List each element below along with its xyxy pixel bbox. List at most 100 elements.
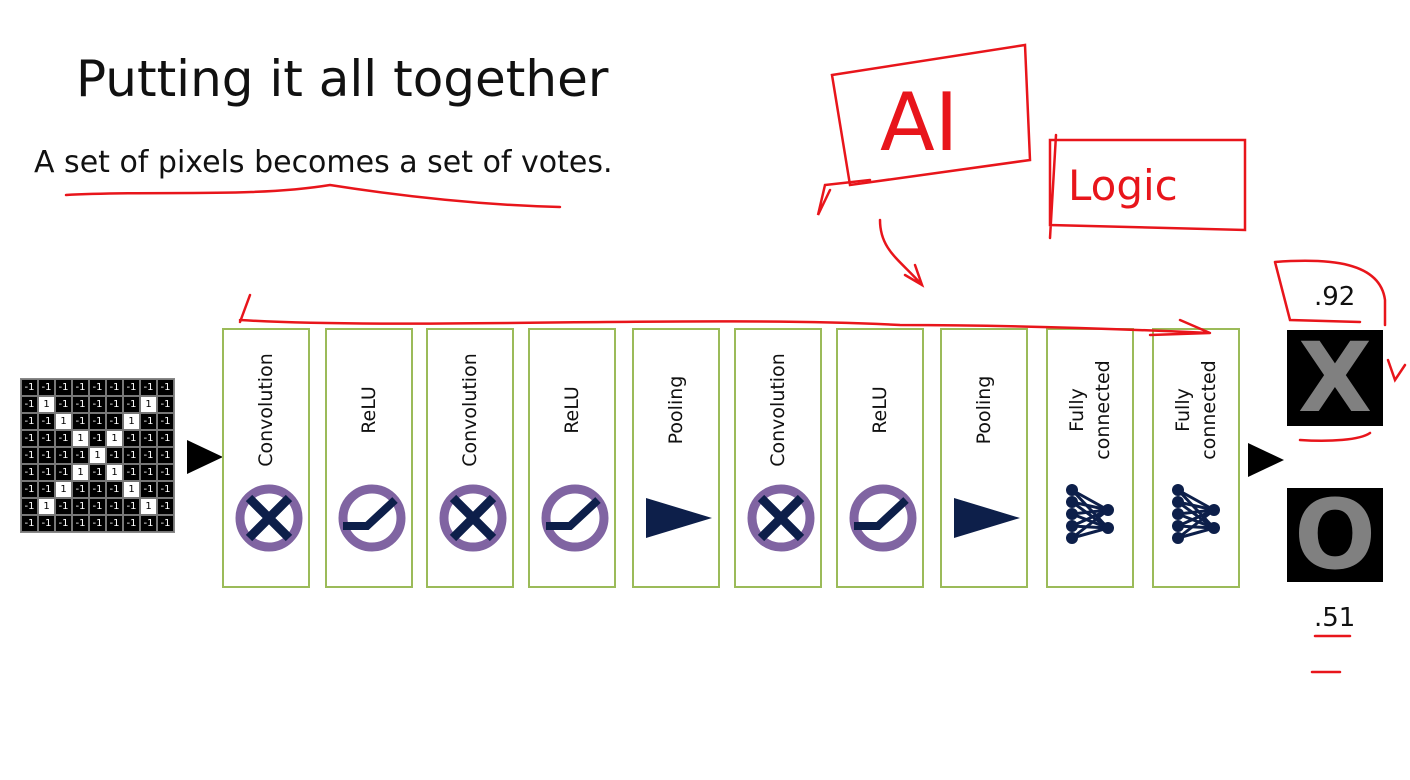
pixel-cell: -1 [123, 464, 140, 481]
layer-pooling: Pooling [940, 328, 1028, 588]
pixel-cell: -1 [123, 447, 140, 464]
pixel-cell: -1 [140, 430, 157, 447]
pixel-cell: -1 [38, 379, 55, 396]
pixel-cell: -1 [21, 447, 38, 464]
pixel-cell: -1 [157, 396, 174, 413]
layer-pooling: Pooling [632, 328, 720, 588]
input-pixel-grid: -1 -1 -1 -1 -1 -1 -1 -1 -1 -1 1 -1 -1 -1 -1 -1 1 -1 -1 -1 1-… [20, 378, 175, 533]
ai-annotation: AI [880, 76, 958, 169]
pixel-cell: -1 [55, 447, 72, 464]
output-arrow-icon [1248, 443, 1284, 477]
pixel-cell: -1 [21, 515, 38, 532]
layer-label: ReLU [869, 386, 891, 434]
pixel-cell: -1 [89, 464, 106, 481]
pixel-cell: -1 [21, 481, 38, 498]
pixel-cell: -1 [157, 413, 174, 430]
pixel-cell: -1 [72, 498, 89, 515]
pixel-cell: 1 [38, 498, 55, 515]
score-o: .51 [1314, 603, 1356, 633]
layer-label: ReLU [561, 386, 583, 434]
subtitle-underline [64, 183, 562, 209]
pixel-cell: -1 [38, 413, 55, 430]
pixel-cell: -1 [106, 396, 123, 413]
pixel-cell: -1 [140, 515, 157, 532]
pixel-cell: 1 [89, 447, 106, 464]
o-underline [1310, 634, 1352, 674]
pixel-cell: -1 [72, 379, 89, 396]
pixel-cell: -1 [157, 447, 174, 464]
pixel-cell: 1 [55, 413, 72, 430]
pixel-cell: -1 [38, 447, 55, 464]
pixel-cell: -1 [55, 498, 72, 515]
layer-label: Convolution [255, 353, 277, 467]
convolution-icon [438, 478, 508, 558]
ai-arrow-left [816, 178, 872, 216]
fully-connected-icon [1058, 478, 1128, 558]
relu-icon [848, 478, 918, 558]
pixel-cell: -1 [157, 379, 174, 396]
layer-convolution: Convolution [222, 328, 310, 588]
pixel-cell: -1 [106, 447, 123, 464]
pixel-cell: -1 [157, 498, 174, 515]
pixel-cell: -1 [89, 515, 106, 532]
pixel-cell: -1 [72, 515, 89, 532]
layer-convolution: Convolution [734, 328, 822, 588]
pixel-cell: -1 [140, 413, 157, 430]
pixel-cell: -1 [157, 481, 174, 498]
pixel-cell: 1 [123, 413, 140, 430]
pixel-cell: 1 [106, 464, 123, 481]
convolution-icon [746, 478, 816, 558]
pixel-cell: -1 [106, 379, 123, 396]
pixel-cell: -1 [157, 464, 174, 481]
pixel-cell: 1 [140, 498, 157, 515]
pixel-cell: -1 [21, 464, 38, 481]
pixel-cell: -1 [21, 430, 38, 447]
pixel-cell: -1 [21, 413, 38, 430]
pixel-cell: -1 [55, 396, 72, 413]
pixel-cell: -1 [72, 396, 89, 413]
pixel-cell: -1 [89, 379, 106, 396]
pixel-cell: 1 [55, 481, 72, 498]
output-o: O [1287, 479, 1383, 591]
pixel-cell: -1 [38, 481, 55, 498]
pixel-cell: 1 [106, 430, 123, 447]
pixel-cell: -1 [21, 379, 38, 396]
score-arrow [1386, 358, 1407, 383]
pixel-cell: 1 [140, 396, 157, 413]
pixel-cell: -1 [89, 481, 106, 498]
pixel-cell: -1 [106, 515, 123, 532]
layer-label: Convolution [459, 353, 481, 467]
logic-box [1048, 133, 1247, 240]
layer-relu: ReLU [325, 328, 413, 588]
convolution-icon [234, 478, 304, 558]
pixel-cell: -1 [38, 464, 55, 481]
output-x: X [1287, 322, 1383, 434]
layer-label: Fully connected [1172, 360, 1220, 460]
pixel-cell: -1 [106, 481, 123, 498]
pixel-cell: -1 [157, 430, 174, 447]
slide-title: Putting it all together [76, 50, 609, 108]
pixel-cell: -1 [123, 515, 140, 532]
layer-fully-connected: Fully connected [1152, 328, 1240, 588]
layer-convolution: Convolution [426, 328, 514, 588]
pixel-cell: 1 [72, 430, 89, 447]
pixel-cell: -1 [55, 464, 72, 481]
layer-label: Pooling [665, 375, 687, 445]
pooling-icon [644, 478, 714, 558]
pixel-cell: -1 [21, 498, 38, 515]
pixel-cell: -1 [55, 379, 72, 396]
pixel-cell: -1 [123, 396, 140, 413]
layer-label: ReLU [358, 386, 380, 434]
score-x: .92 [1314, 282, 1356, 312]
relu-icon [540, 478, 610, 558]
layer-fully-connected: Fully connected [1046, 328, 1134, 588]
pixel-cell: -1 [89, 498, 106, 515]
fully-connected-icon [1164, 478, 1234, 558]
pixel-cell: -1 [89, 413, 106, 430]
pixel-cell: -1 [140, 481, 157, 498]
ai-box [830, 43, 1032, 187]
pixel-cell: -1 [55, 515, 72, 532]
x-underline [1298, 431, 1372, 442]
pixel-cell: -1 [72, 413, 89, 430]
layer-relu: ReLU [836, 328, 924, 588]
